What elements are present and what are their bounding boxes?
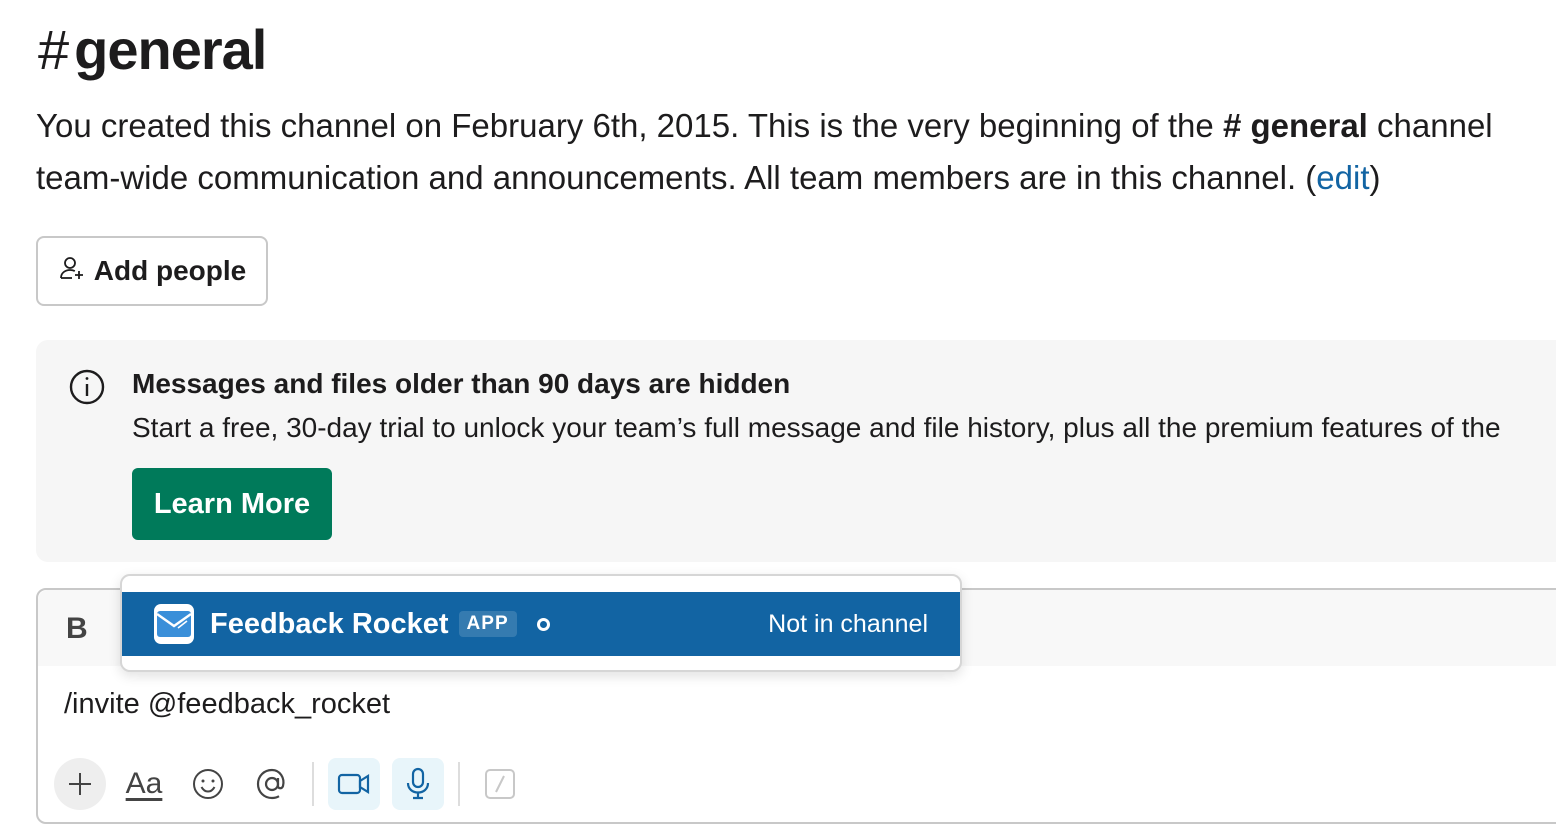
intro-line-1: You created this channel on February 6th… bbox=[36, 100, 1556, 152]
learn-more-button[interactable]: Learn More bbox=[132, 468, 332, 540]
mention-icon[interactable] bbox=[246, 758, 298, 810]
formatting-label: Aa bbox=[125, 767, 163, 800]
toolbar-divider-2 bbox=[458, 762, 460, 806]
slack-channel-view: # general You created this channel on Feb… bbox=[0, 0, 1556, 840]
history-limit-banner: Messages and files older than 90 days ar… bbox=[36, 340, 1556, 562]
suggestion-app-name: Feedback Rocket bbox=[210, 607, 449, 640]
add-people-label: Add people bbox=[93, 255, 247, 286]
info-icon bbox=[68, 368, 106, 411]
formatting-icon[interactable]: Aa bbox=[118, 758, 170, 810]
channel-intro: You created this channel on February 6th… bbox=[36, 100, 1556, 204]
intro-line-2: team-wide communication and announcement… bbox=[36, 152, 1556, 204]
intro-text-suffix: channel bbox=[1367, 107, 1493, 144]
feedback-rocket-app-icon bbox=[154, 604, 194, 644]
mention-suggestion-popup: Feedback Rocket APP Not in channel bbox=[120, 574, 962, 672]
channel-title: # general bbox=[38, 18, 267, 82]
composer-actions: Aa bbox=[54, 756, 538, 812]
channel-hash-icon: # bbox=[38, 18, 69, 81]
slash-command-icon[interactable] bbox=[474, 758, 526, 810]
banner-text: Start a free, 30-day trial to unlock you… bbox=[132, 412, 1501, 443]
toolbar-divider bbox=[312, 762, 314, 806]
intro-channel-hash: # bbox=[1222, 107, 1242, 144]
intro-text-2-suffix: ) bbox=[1369, 159, 1381, 196]
suggestion-item[interactable]: Feedback Rocket APP Not in channel bbox=[122, 592, 960, 656]
microphone-icon[interactable] bbox=[392, 758, 444, 810]
message-input[interactable]: /invite @feedback_rocket bbox=[64, 688, 390, 721]
banner-title: Messages and files older than 90 days ar… bbox=[132, 368, 791, 399]
emoji-icon[interactable] bbox=[182, 758, 234, 810]
intro-text: You created this channel on February 6th… bbox=[36, 107, 1223, 144]
plus-icon[interactable] bbox=[54, 758, 106, 810]
presence-away-icon bbox=[536, 617, 550, 631]
channel-name: general bbox=[74, 18, 267, 81]
bold-button[interactable]: B bbox=[66, 612, 88, 646]
video-icon[interactable] bbox=[328, 758, 380, 810]
intro-text-2: team-wide communication and announcement… bbox=[36, 159, 1317, 196]
add-people-button[interactable]: Add people bbox=[36, 236, 268, 306]
intro-channel-name: general bbox=[1250, 107, 1368, 144]
app-badge: APP bbox=[458, 611, 517, 637]
add-person-icon bbox=[58, 254, 86, 289]
channel-membership-status: Not in channel bbox=[768, 609, 928, 638]
edit-link[interactable]: edit bbox=[1316, 159, 1369, 196]
